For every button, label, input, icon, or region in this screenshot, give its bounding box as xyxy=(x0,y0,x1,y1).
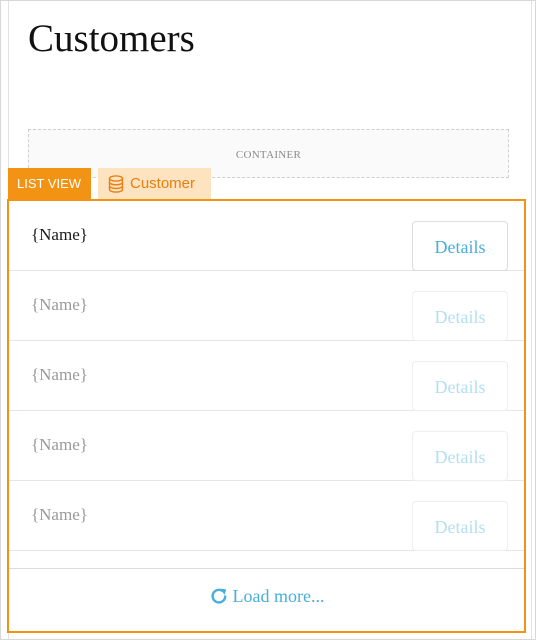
customer-name: {Name} xyxy=(31,295,88,314)
load-more-label: Load more... xyxy=(232,585,325,606)
database-icon xyxy=(108,174,124,193)
page-title: Customers xyxy=(28,17,195,60)
list-item[interactable]: {Name} Details xyxy=(9,341,524,411)
details-button[interactable]: Details xyxy=(412,501,508,551)
customer-name: {Name} xyxy=(31,365,88,384)
details-button[interactable]: Details xyxy=(412,361,508,411)
datasource-label: Customer xyxy=(130,175,196,192)
customer-name: {Name} xyxy=(31,435,88,454)
list-item[interactable]: {Name} Details xyxy=(9,481,524,551)
details-button[interactable]: Details xyxy=(412,431,508,481)
list-divider xyxy=(9,551,524,569)
customer-name: {Name} xyxy=(31,505,88,524)
list-item[interactable]: {Name} Details xyxy=(9,271,524,341)
list-view-tag[interactable]: LIST VIEW xyxy=(8,168,92,199)
list-item[interactable]: {Name} Details xyxy=(9,411,524,481)
container-label: CONTAINER xyxy=(235,148,302,161)
customer-list-view[interactable]: {Name} Details {Name} Details {Name} Det… xyxy=(7,199,526,633)
load-more-button[interactable]: Load more... xyxy=(9,569,524,623)
refresh-icon xyxy=(210,588,226,604)
datasource-tag[interactable]: Customer xyxy=(98,168,211,199)
customer-name: {Name} xyxy=(31,225,88,244)
details-button[interactable]: Details xyxy=(412,221,508,271)
details-button[interactable]: Details xyxy=(412,291,508,341)
list-item[interactable]: {Name} Details xyxy=(9,201,524,271)
